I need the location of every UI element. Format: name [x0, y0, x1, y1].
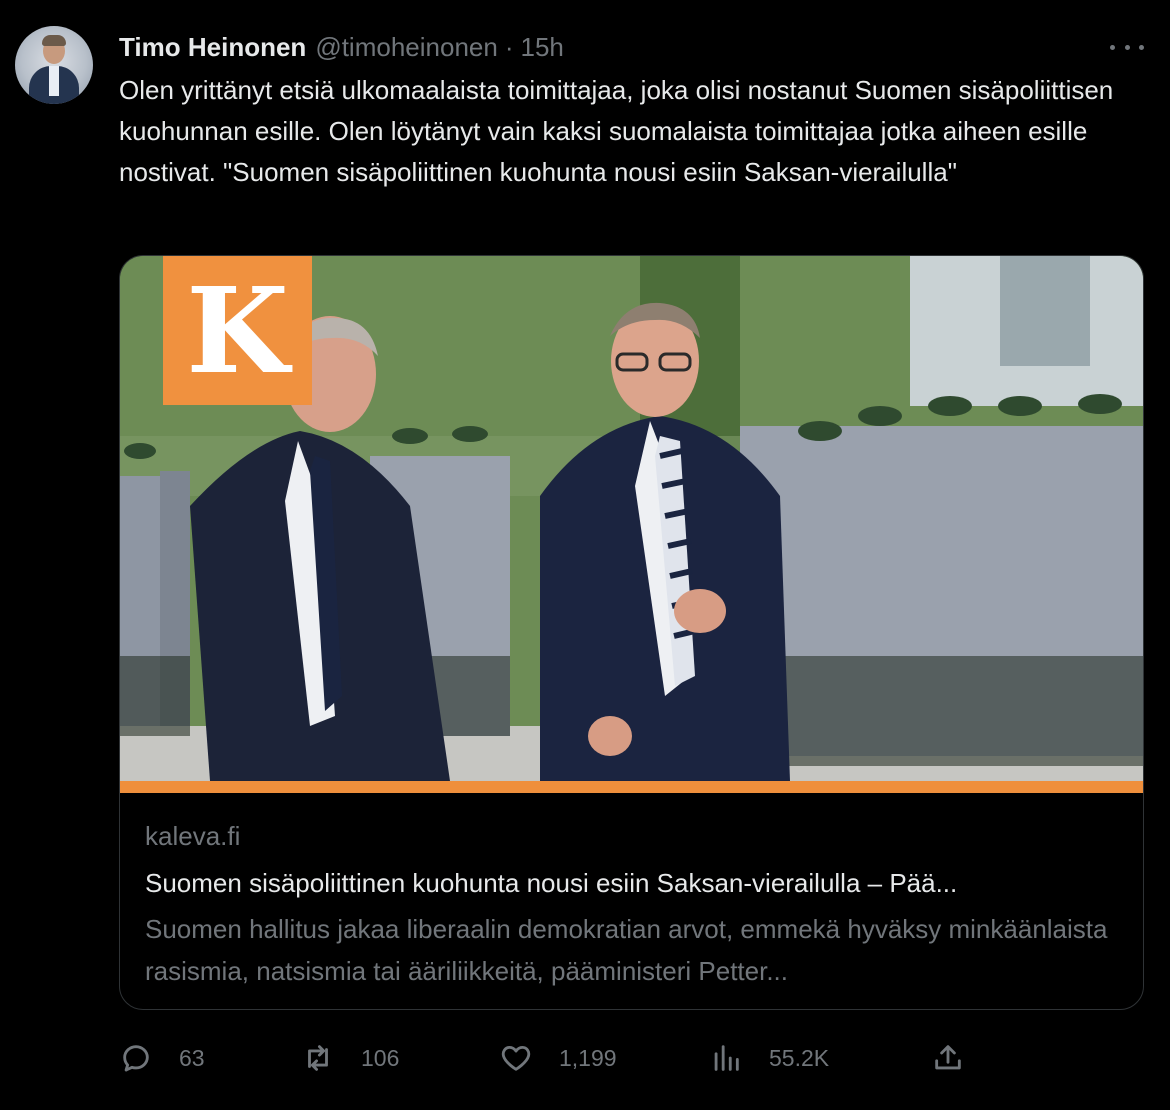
- repost-button[interactable]: 106: [301, 1035, 399, 1081]
- like-count: 1,199: [559, 1044, 617, 1071]
- tweet-actions: 63 106 1,199 55.2K: [119, 1035, 1149, 1081]
- views-count: 55.2K: [769, 1044, 830, 1071]
- more-dot: [1110, 44, 1115, 50]
- tweet-header: Timo Heinonen @timoheinonen · 15h: [119, 30, 564, 64]
- reply-button[interactable]: 63: [119, 1035, 205, 1081]
- kaleva-logo: K: [163, 256, 312, 405]
- share-button[interactable]: [931, 1035, 965, 1081]
- repost-icon: [308, 1045, 328, 1071]
- like-button[interactable]: 1,199: [499, 1035, 617, 1081]
- share-icon: [935, 1045, 961, 1070]
- author-name[interactable]: Timo Heinonen: [119, 32, 306, 63]
- link-preview-card[interactable]: K kaleva.fi Suomen sisäpoliittinen kuohu…: [119, 255, 1144, 1010]
- header-separator: ·: [504, 31, 514, 62]
- repost-count: 106: [361, 1044, 400, 1071]
- tweet-text: Olen yrittänyt etsiä ulkomaalaista toimi…: [119, 75, 1114, 187]
- more-dot: [1124, 44, 1130, 50]
- reply-icon: [123, 1045, 149, 1072]
- avatar-shirt: [49, 66, 59, 96]
- card-title: Suomen sisäpoliittinen kuohunta nousi es…: [145, 868, 958, 898]
- more-dot: [1139, 44, 1144, 50]
- card-meta: kaleva.fi Suomen sisäpoliittinen kuohunt…: [145, 816, 1125, 992]
- logo-letter: K: [186, 260, 289, 400]
- reply-count: 63: [179, 1044, 205, 1071]
- card-domain: kaleva.fi: [145, 821, 241, 851]
- author-avatar[interactable]: [15, 26, 93, 104]
- avatar-hair: [42, 35, 66, 46]
- heart-icon: [501, 1045, 531, 1071]
- card-accent-bar: [120, 781, 1143, 793]
- card-image[interactable]: K: [120, 256, 1143, 793]
- tweet-timestamp[interactable]: 15h: [521, 32, 564, 63]
- author-handle[interactable]: @timoheinonen: [315, 32, 498, 63]
- more-options-icon[interactable]: [1110, 34, 1144, 60]
- views-icon: [714, 1045, 739, 1071]
- card-description: Suomen hallitus jakaa liberaalin demokra…: [145, 914, 1108, 986]
- views-button[interactable]: 55.2K: [709, 1035, 829, 1081]
